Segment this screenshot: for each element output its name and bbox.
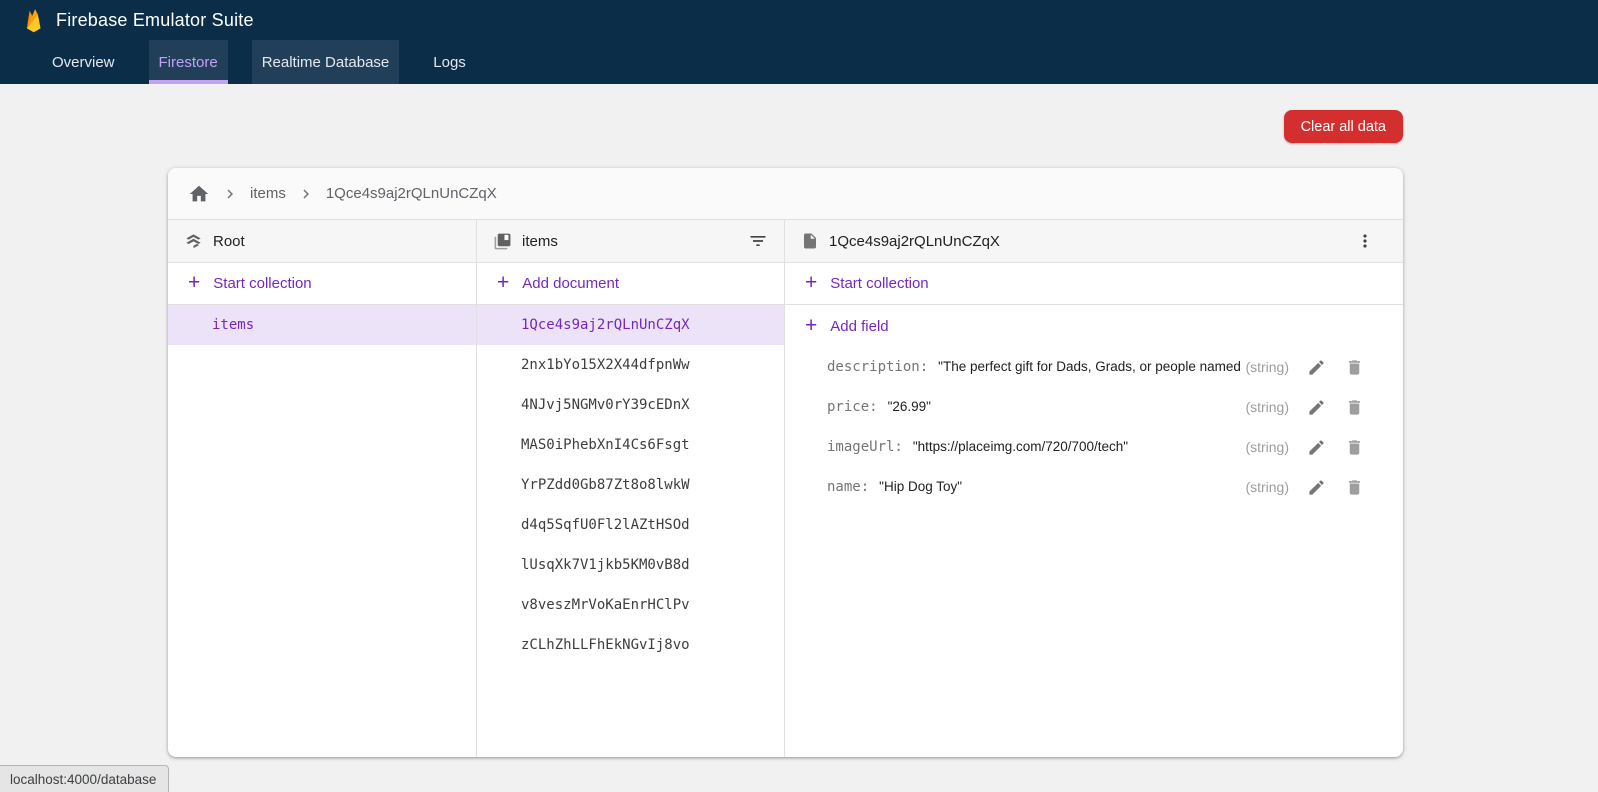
add-document-button[interactable]: + Add document — [477, 263, 784, 305]
field-type: (string) — [1245, 359, 1289, 375]
start-collection-button[interactable]: + Start collection — [168, 263, 476, 305]
field-type: (string) — [1245, 399, 1289, 415]
root-panel: Root + Start collection items — [168, 220, 477, 757]
document-list-item[interactable]: 2nx1bYo15X2X44dfpnWw — [477, 345, 784, 385]
field-name: name: — [827, 479, 869, 495]
document-list-item[interactable]: MAS0iPhebXnI4Cs6Fsgt — [477, 425, 784, 465]
document-list-item[interactable]: d4q5SqfU0Fl2lAZtHSOd — [477, 505, 784, 545]
field-value: "The perfect gift for Dads, Grads, or pe… — [938, 359, 1245, 374]
edit-field-icon[interactable] — [1297, 353, 1335, 381]
plus-icon: + — [497, 272, 509, 293]
document-panel-title: 1Qce4s9aj2rQLnUnCZqX — [829, 233, 1000, 250]
document-panel: 1Qce4s9aj2rQLnUnCZqX + Start collection … — [785, 220, 1403, 757]
field-name: imageUrl: — [827, 439, 903, 455]
app-header: Firebase Emulator Suite Overview Firesto… — [0, 0, 1598, 84]
field-value: "26.99" — [888, 399, 931, 414]
document-list-item[interactable]: v8veszMrVoKaEnrHClPv — [477, 585, 784, 625]
document-list-item[interactable]: YrPZdd0Gb87Zt8o8lwkW — [477, 465, 784, 505]
field-value: "Hip Dog Toy" — [879, 479, 962, 494]
field-row: price: "26.99" (string) — [785, 387, 1403, 427]
field-type: (string) — [1245, 479, 1289, 495]
plus-icon: + — [188, 272, 200, 293]
breadcrumb-collection[interactable]: items — [250, 185, 286, 202]
breadcrumb: items 1Qce4s9aj2rQLnUnCZqX — [168, 168, 1403, 220]
tab-realtime-database[interactable]: Realtime Database — [252, 40, 400, 84]
main-nav: Overview Firestore Realtime Database Log… — [0, 40, 1598, 84]
field-row: description: "The perfect gift for Dads,… — [785, 347, 1403, 387]
start-collection-button[interactable]: + Start collection — [785, 263, 1403, 305]
field-name: description: — [827, 359, 928, 375]
field-row: imageUrl: "https://placeimg.com/720/700/… — [785, 427, 1403, 467]
delete-field-icon[interactable] — [1335, 473, 1373, 501]
field-type: (string) — [1245, 439, 1289, 455]
clear-all-data-button[interactable]: Clear all data — [1284, 110, 1403, 143]
firebase-logo-icon — [24, 8, 43, 33]
plus-icon: + — [805, 315, 817, 336]
plus-icon: + — [805, 272, 817, 293]
collection-list-item[interactable]: items — [168, 305, 476, 345]
home-icon[interactable] — [188, 183, 210, 205]
tab-overview[interactable]: Overview — [42, 40, 125, 84]
tab-firestore[interactable]: Firestore — [149, 40, 228, 84]
delete-field-icon[interactable] — [1335, 393, 1373, 421]
root-panel-title: Root — [213, 233, 245, 250]
add-field-button[interactable]: + Add field — [785, 305, 1403, 347]
edit-field-icon[interactable] — [1297, 433, 1335, 461]
browser-link-preview: localhost:4000/database — [0, 765, 169, 792]
chevron-right-icon — [221, 185, 239, 203]
firestore-card: items 1Qce4s9aj2rQLnUnCZqX — [168, 168, 1403, 757]
delete-field-icon[interactable] — [1335, 353, 1373, 381]
document-list-item[interactable]: lUsqXk7V1jkb5KM0vB8d — [477, 545, 784, 585]
document-list-item[interactable]: 4NJvj5NGMv0rY39cEDnX — [477, 385, 784, 425]
filter-icon[interactable] — [748, 231, 768, 251]
chevron-right-icon — [297, 185, 315, 203]
collection-panel-title: items — [522, 233, 558, 250]
delete-field-icon[interactable] — [1335, 433, 1373, 461]
collection-icon — [493, 232, 512, 251]
document-list-item[interactable]: zCLhZhLLFhEkNGvIj8vo — [477, 625, 784, 665]
collection-panel: items + Add document 1Qce4s9aj2rQLnUnCZq… — [477, 220, 785, 757]
field-name: price: — [827, 399, 878, 415]
edit-field-icon[interactable] — [1297, 393, 1335, 421]
app-title: Firebase Emulator Suite — [56, 10, 254, 31]
field-row: name: "Hip Dog Toy" (string) — [785, 467, 1403, 507]
edit-field-icon[interactable] — [1297, 473, 1335, 501]
kebab-menu-icon[interactable] — [1355, 231, 1375, 251]
field-value: "https://placeimg.com/720/700/tech" — [913, 439, 1128, 454]
document-icon — [801, 232, 819, 250]
document-list-item[interactable]: 1Qce4s9aj2rQLnUnCZqX — [477, 305, 784, 345]
main-content: Clear all data items 1Qce4s9aj2rQLnUnCZq… — [168, 110, 1403, 757]
breadcrumb-document: 1Qce4s9aj2rQLnUnCZqX — [326, 185, 497, 202]
tab-logs[interactable]: Logs — [423, 40, 476, 84]
firestore-icon — [184, 232, 203, 251]
